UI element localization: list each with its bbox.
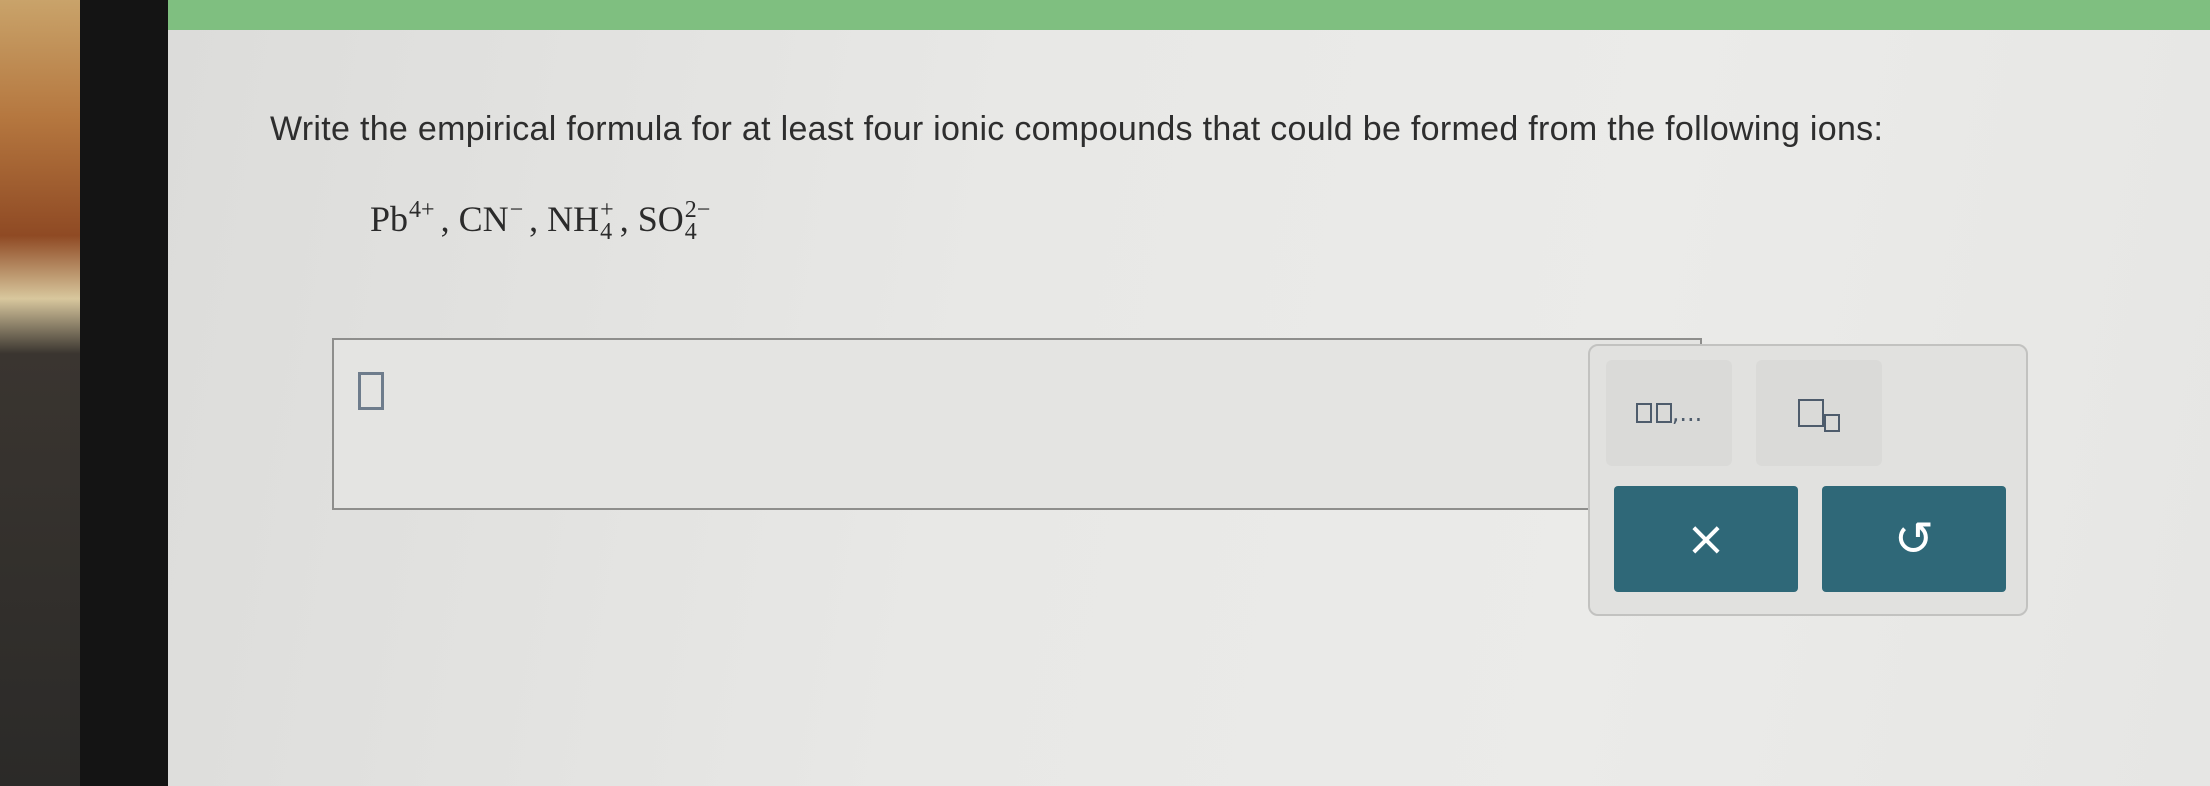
ion-lead: Pb 4+ bbox=[370, 198, 435, 245]
subscript-template-button[interactable] bbox=[1756, 360, 1882, 466]
separator: , bbox=[619, 199, 638, 239]
ion-symbol: NH bbox=[547, 199, 600, 239]
placeholder-square-icon bbox=[1655, 403, 1672, 423]
question-text: Write the empirical formula for at least… bbox=[270, 110, 1884, 148]
ion-symbol: Pb bbox=[370, 199, 409, 239]
undo-button[interactable]: ↺ bbox=[1822, 486, 2006, 592]
separator: , bbox=[440, 199, 459, 239]
input-cursor-placeholder[interactable] bbox=[358, 372, 384, 410]
ions-list: Pb 4+ , CN − , NH +4, SO 2− 4 bbox=[370, 198, 716, 245]
header-bar bbox=[168, 0, 2210, 30]
ion-subscript: 4 bbox=[600, 218, 613, 245]
screen: Write the empirical formula for at least… bbox=[168, 0, 2210, 786]
ion-sulfate: SO 2− 4 bbox=[638, 198, 711, 245]
separator: , bbox=[529, 199, 548, 239]
subscript-square-icon bbox=[1824, 414, 1840, 432]
base-square-icon bbox=[1798, 399, 1824, 427]
close-icon: × bbox=[1685, 511, 1727, 567]
ion-symbol: SO bbox=[637, 199, 684, 239]
ion-cyanide: CN − bbox=[459, 198, 524, 245]
clear-button[interactable]: × bbox=[1614, 486, 1798, 592]
ion-charge: 2− bbox=[684, 196, 711, 223]
list-ellipsis: ,... bbox=[1671, 399, 1703, 427]
ion-charge: 4+ bbox=[409, 196, 435, 223]
ion-charge: − bbox=[509, 196, 524, 223]
answer-input[interactable] bbox=[332, 338, 1702, 510]
placeholder-square-icon bbox=[1635, 403, 1652, 423]
ion-symbol: CN bbox=[458, 199, 509, 239]
ion-ammonium: NH +4 bbox=[547, 198, 614, 245]
ion-subscript: 4 bbox=[684, 218, 697, 245]
list-template-button[interactable]: ,... bbox=[1606, 360, 1732, 466]
undo-icon: ↺ bbox=[1893, 511, 1935, 567]
math-palette: ,... × ↺ bbox=[1588, 344, 2028, 616]
ion-charge: + bbox=[600, 196, 614, 223]
